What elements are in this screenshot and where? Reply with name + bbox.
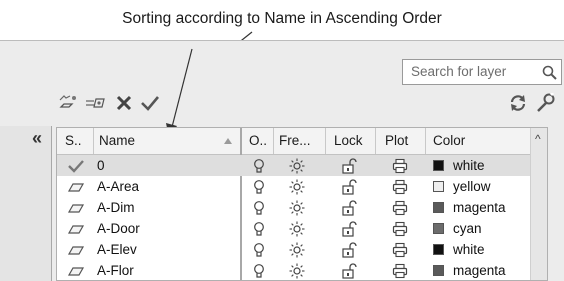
panel-header: Search for layer [0,41,564,123]
color-name[interactable]: white [453,239,485,260]
lock-open-icon[interactable] [341,260,357,280]
search-input[interactable]: Search for layer [402,59,562,85]
layer-name[interactable]: A-Area [97,176,139,197]
refresh-icon[interactable] [508,93,528,113]
delete-layer-icon[interactable] [114,93,134,113]
column-on[interactable]: O.. [249,128,267,154]
layer-properties-panel: Search for layer « S.. Name O.. Fre... L… [0,40,564,281]
column-name[interactable]: Name [99,128,135,154]
settings-icon[interactable] [534,93,556,113]
color-swatch[interactable] [433,202,444,213]
layer-name[interactable]: A-Door [97,218,140,239]
collapse-button[interactable]: « [32,128,42,149]
set-current-icon[interactable] [140,93,160,113]
layer-name[interactable]: 0 [97,155,105,176]
table-row[interactable]: A-Area yellow [57,176,547,197]
layer-name[interactable]: A-Flor [97,260,134,280]
layer-status-icon [67,260,85,280]
table-row[interactable]: 0 white [57,155,547,176]
search-icon[interactable] [541,64,559,82]
column-freeze[interactable]: Fre... [279,128,311,154]
color-swatch[interactable] [433,160,444,171]
on-off-bulb-icon[interactable] [253,260,265,280]
column-plot[interactable]: Plot [385,128,408,154]
layer-name[interactable]: A-Dim [97,197,135,218]
collapse-panel[interactable]: « [0,126,52,281]
table-row[interactable]: A-Elev white [57,239,547,260]
new-layer-icon[interactable] [58,93,80,113]
color-name[interactable]: magenta [453,260,506,280]
table-header: S.. Name O.. Fre... Lock Plot Color [57,128,547,155]
color-swatch[interactable] [433,223,444,234]
column-color[interactable]: Color [433,128,465,154]
table-row[interactable]: A-Door cyan [57,218,547,239]
color-swatch[interactable] [433,265,444,276]
table-row[interactable]: A-Dim magenta [57,197,547,218]
color-name[interactable]: yellow [453,176,491,197]
search-placeholder: Search for layer [411,64,507,79]
table-row[interactable]: A-Flor magenta [57,260,547,280]
layer-table: S.. Name O.. Fre... Lock Plot Color 0 whi… [56,127,548,281]
color-name[interactable]: magenta [453,197,506,218]
freeze-sun-icon[interactable] [289,260,305,280]
plot-printer-icon[interactable] [392,260,408,280]
color-name[interactable]: white [453,155,485,176]
scroll-up-icon[interactable]: ^ [535,132,541,146]
sort-ascending-icon [223,137,233,145]
layer-name[interactable]: A-Elev [97,239,137,260]
color-swatch[interactable] [433,181,444,192]
vertical-scrollbar[interactable]: ^ [530,128,547,280]
column-status[interactable]: S.. [65,128,82,154]
color-swatch[interactable] [433,244,444,255]
column-lock[interactable]: Lock [334,128,363,154]
new-layer-vp-frozen-icon[interactable] [84,93,106,113]
color-name[interactable]: cyan [453,218,482,239]
